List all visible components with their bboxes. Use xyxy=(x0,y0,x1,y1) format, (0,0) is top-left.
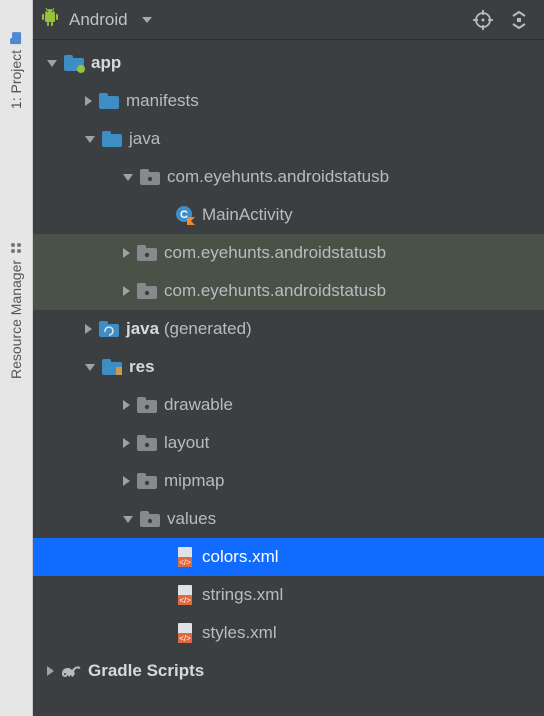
chevron-down-icon[interactable] xyxy=(47,60,57,67)
tab-project-label: 1: Project xyxy=(9,50,25,109)
tab-project[interactable]: 1: Project xyxy=(0,10,33,130)
tab-resource-manager[interactable]: Resource Manager xyxy=(0,190,33,430)
node-label: com.eyehunts.androidstatusb xyxy=(167,167,389,187)
node-label: manifests xyxy=(126,91,199,111)
chevron-down-icon[interactable] xyxy=(123,174,133,181)
tree-node-gradle-scripts[interactable]: Gradle Scripts xyxy=(33,652,544,690)
module-folder-icon xyxy=(63,52,85,74)
tree-node-drawable[interactable]: drawable xyxy=(33,386,544,424)
project-icon xyxy=(10,31,24,45)
chevron-right-icon[interactable] xyxy=(123,400,130,410)
target-icon[interactable] xyxy=(472,9,494,31)
xml-file-icon: </> xyxy=(174,546,196,568)
package-icon xyxy=(136,394,158,416)
project-header: Android xyxy=(33,0,544,40)
chevron-right-icon[interactable] xyxy=(123,438,130,448)
node-label: Gradle Scripts xyxy=(88,661,204,681)
tool-window-tab-strip: 1: Project Resource Manager xyxy=(0,0,33,716)
node-label: app xyxy=(91,53,121,73)
resource-manager-icon xyxy=(10,241,24,255)
tree-node-mipmap[interactable]: mipmap xyxy=(33,462,544,500)
generated-folder-icon xyxy=(98,318,120,340)
tree-node-package-main[interactable]: com.eyehunts.androidstatusb xyxy=(33,158,544,196)
node-label: styles.xml xyxy=(202,623,277,643)
tree-node-manifests[interactable]: manifests xyxy=(33,82,544,120)
svg-text:</>: </> xyxy=(179,634,191,643)
package-icon xyxy=(136,280,158,302)
node-label: com.eyehunts.androidstatusb xyxy=(164,281,386,301)
tree-node-package-androidtest[interactable]: com.eyehunts.androidstatusb xyxy=(33,234,544,272)
node-label: values xyxy=(167,509,216,529)
xml-file-icon: </> xyxy=(174,622,196,644)
chevron-right-icon[interactable] xyxy=(123,476,130,486)
tree-node-java[interactable]: java xyxy=(33,120,544,158)
tree-node-layout[interactable]: layout xyxy=(33,424,544,462)
chevron-down-icon[interactable] xyxy=(85,136,95,143)
folder-icon xyxy=(101,128,123,150)
package-icon xyxy=(136,242,158,264)
node-label: com.eyehunts.androidstatusb xyxy=(164,243,386,263)
svg-text:</>: </> xyxy=(179,558,191,567)
tree-node-colors-xml[interactable]: </> colors.xml xyxy=(33,538,544,576)
chevron-right-icon[interactable] xyxy=(85,96,92,106)
tree-node-styles-xml[interactable]: </> styles.xml xyxy=(33,614,544,652)
package-icon xyxy=(136,432,158,454)
view-selector-label[interactable]: Android xyxy=(69,10,128,30)
chevron-down-icon[interactable] xyxy=(123,516,133,523)
package-icon xyxy=(139,508,161,530)
chevron-down-icon[interactable] xyxy=(142,17,152,23)
node-label: layout xyxy=(164,433,209,453)
chevron-right-icon[interactable] xyxy=(123,248,130,258)
package-icon xyxy=(139,166,161,188)
tree-node-package-test[interactable]: com.eyehunts.androidstatusb xyxy=(33,272,544,310)
chevron-right-icon[interactable] xyxy=(47,666,54,676)
node-label: java (generated) xyxy=(126,319,252,339)
collapse-all-icon[interactable] xyxy=(508,9,530,31)
package-icon xyxy=(136,470,158,492)
tree-node-res[interactable]: res xyxy=(33,348,544,386)
project-tree[interactable]: app manifests java com.eyehunts.androids… xyxy=(33,40,544,690)
node-label: java xyxy=(129,129,160,149)
android-icon xyxy=(41,7,59,32)
tree-node-java-generated[interactable]: java (generated) xyxy=(33,310,544,348)
tree-node-strings-xml[interactable]: </> strings.xml xyxy=(33,576,544,614)
node-label: MainActivity xyxy=(202,205,293,225)
tree-node-main-activity[interactable]: C MainActivity xyxy=(33,196,544,234)
chevron-right-icon[interactable] xyxy=(123,286,130,296)
tree-node-values[interactable]: values xyxy=(33,500,544,538)
svg-text:</>: </> xyxy=(179,596,191,605)
res-folder-icon xyxy=(101,356,123,378)
chevron-right-icon[interactable] xyxy=(85,324,92,334)
tree-node-app[interactable]: app xyxy=(33,44,544,82)
node-label: res xyxy=(129,357,155,377)
xml-file-icon: </> xyxy=(174,584,196,606)
node-label: drawable xyxy=(164,395,233,415)
tab-resource-manager-label: Resource Manager xyxy=(9,260,25,379)
svg-text:C: C xyxy=(180,209,188,221)
node-label: mipmap xyxy=(164,471,224,491)
node-label: colors.xml xyxy=(202,547,279,567)
folder-icon xyxy=(98,90,120,112)
project-tool-window: Android app xyxy=(33,0,544,716)
gradle-icon xyxy=(60,660,82,682)
chevron-down-icon[interactable] xyxy=(85,364,95,371)
kotlin-class-icon: C xyxy=(174,204,196,226)
node-label: strings.xml xyxy=(202,585,283,605)
